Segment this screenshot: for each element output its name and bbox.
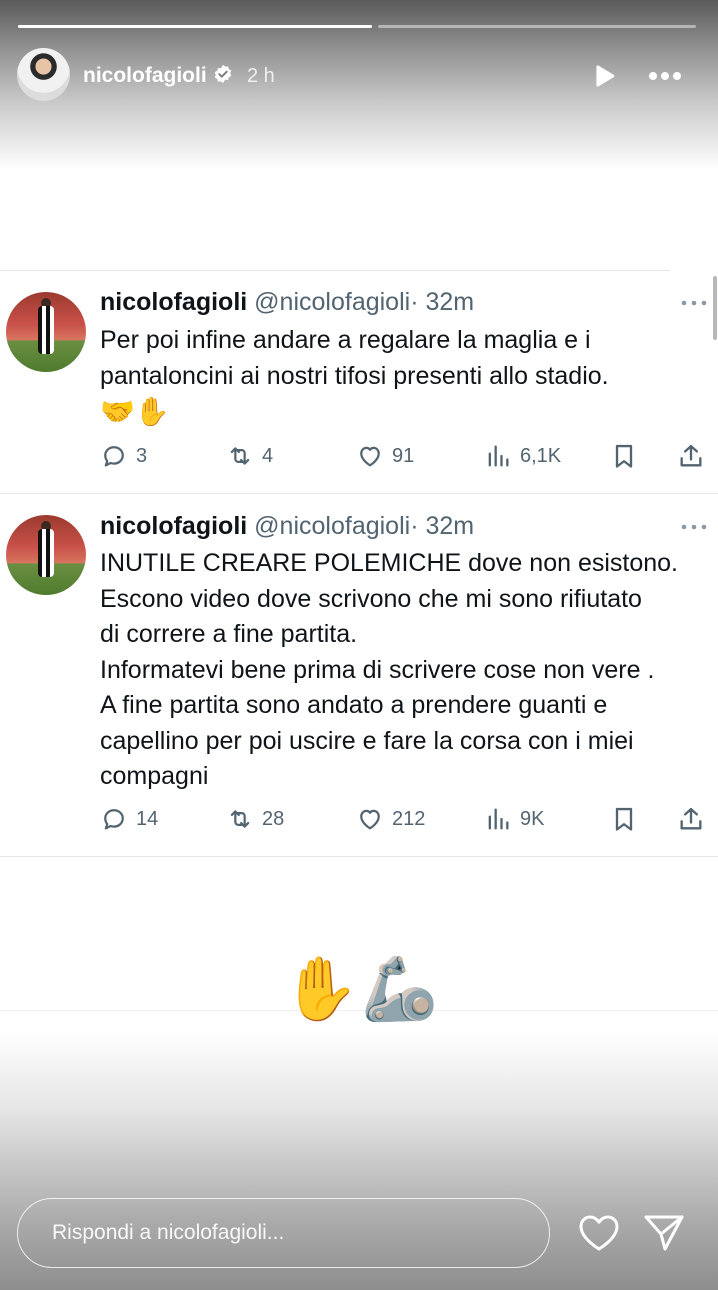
share-icon	[680, 807, 702, 830]
play-icon[interactable]	[591, 63, 617, 89]
tweet-emoji: 🤝✋	[100, 396, 170, 427]
like-button[interactable]: 212	[356, 804, 425, 834]
tweet-header: nicolofagioli @nicolofagioli· 32m	[100, 512, 474, 541]
tweet-text: INUTILE CREARE POLEMICHE dove non esisto…	[100, 546, 715, 795]
views-button[interactable]: 6,1K	[484, 441, 561, 471]
tweet-handle[interactable]: @nicolofagioli	[254, 288, 410, 316]
tweet-avatar[interactable]	[6, 515, 86, 595]
reply-icon	[104, 809, 124, 830]
like-count: 91	[392, 444, 415, 467]
verified-icon	[214, 64, 232, 84]
tweet-text-line: compagni	[100, 762, 209, 790]
divider	[0, 270, 670, 271]
sticker-emoji: ✋🦾	[282, 955, 441, 1024]
like-story-heart-icon[interactable]	[577, 1213, 621, 1253]
reply-count: 3	[136, 444, 148, 467]
retweet-icon	[230, 810, 250, 828]
scrollbar	[713, 276, 717, 340]
tweet-text-line: Informatevi bene prima di scrivere cose …	[100, 655, 655, 684]
progress-segment-2	[378, 25, 696, 28]
bookmark-button[interactable]	[610, 804, 646, 834]
tweet-author-name[interactable]: nicolofagioli	[100, 288, 247, 316]
tweet-text-line: di correre a fine partita.	[100, 620, 358, 648]
tweet-text-line: pantaloncini ai nostri tifosi presenti a…	[100, 361, 609, 390]
reply-button[interactable]: 3	[100, 441, 147, 471]
share-icon	[680, 444, 702, 467]
bookmark-icon	[615, 444, 633, 468]
tweet-more-icon[interactable]	[680, 298, 708, 308]
views-count: 6,1K	[520, 444, 562, 467]
retweet-button[interactable]: 4	[226, 441, 273, 471]
story-progress-bar	[18, 25, 696, 28]
bookmark-icon	[615, 807, 633, 831]
like-count: 212	[392, 807, 426, 830]
story-time: 2 h	[247, 65, 275, 87]
share-button[interactable]	[677, 441, 713, 471]
share-button[interactable]	[677, 804, 713, 834]
tweet-avatar[interactable]	[6, 292, 86, 372]
tweet-text: Per poi infine andare a regalare la magl…	[100, 323, 715, 430]
tweet-text-line: INUTILE CREARE POLEMICHE dove non esisto…	[100, 549, 679, 577]
tweet-actions: 3 4 91 6,1K	[100, 441, 710, 471]
tweet-text-line: A fine partita sono andato a prendere gu…	[100, 691, 608, 719]
retweet-count: 4	[262, 444, 274, 467]
tweet-header: nicolofagioli @nicolofagioli· 32m	[100, 288, 474, 317]
more-icon[interactable]	[645, 62, 685, 90]
tweet-actions: 14 28 212 9K	[100, 804, 710, 834]
reply-icon	[104, 446, 124, 467]
avatar[interactable]	[17, 48, 70, 101]
divider	[0, 856, 718, 857]
tweet-author-name[interactable]: nicolofagioli	[100, 512, 247, 540]
views-button[interactable]: 9K	[484, 804, 544, 834]
tweet-time: · 32m	[410, 512, 475, 540]
progress-segment-1	[18, 25, 372, 28]
reply-input[interactable]: Rispondi a nicolofagioli...	[17, 1198, 550, 1268]
heart-icon	[360, 809, 380, 830]
tweet-text-line: Escono video dove scrivono che mi sono r…	[100, 584, 642, 613]
tweet-more-icon[interactable]	[680, 522, 708, 532]
story-username[interactable]: nicolofagioli	[83, 64, 207, 88]
heart-icon	[360, 446, 380, 467]
send-icon[interactable]	[643, 1213, 685, 1253]
retweet-button[interactable]: 28	[226, 804, 284, 834]
story-header: nicolofagioli 2 h	[17, 48, 701, 102]
reply-button[interactable]: 14	[100, 804, 158, 834]
divider	[0, 493, 718, 494]
like-button[interactable]: 91	[356, 441, 414, 471]
views-count: 9K	[520, 807, 545, 830]
retweet-count: 28	[262, 807, 285, 830]
tweet-text-line: Per poi infine andare a regalare la magl…	[100, 326, 591, 354]
tweet-handle[interactable]: @nicolofagioli	[254, 512, 410, 540]
reply-placeholder: Rispondi a nicolofagioli...	[52, 1221, 285, 1244]
retweet-icon	[230, 447, 250, 465]
reply-count: 14	[136, 807, 159, 830]
tweet-time: · 32m	[410, 288, 475, 316]
bookmark-button[interactable]	[610, 441, 646, 471]
views-icon	[488, 808, 509, 830]
tweet-text-line: capellino per poi uscire e fare la corsa…	[100, 726, 634, 755]
views-icon	[488, 445, 509, 467]
